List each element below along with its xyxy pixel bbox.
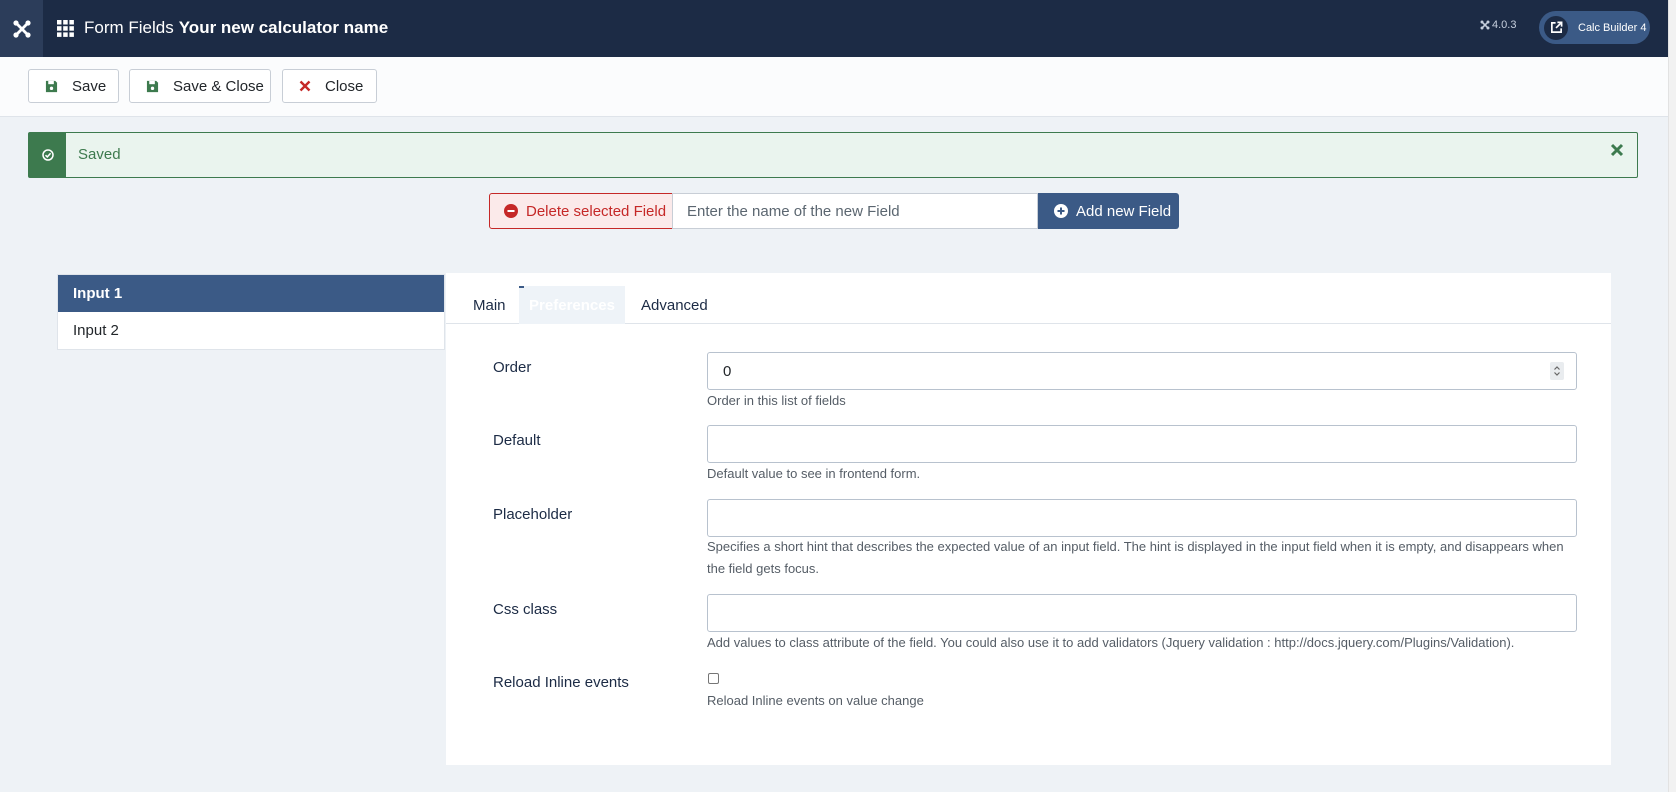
version-text: 4.0.3 — [1492, 19, 1517, 31]
joomla-small-icon — [1480, 20, 1490, 30]
version-badge: 4.0.3 — [1480, 19, 1516, 31]
save-label: Save — [72, 77, 107, 95]
placeholder-hint: Specifies a short hint that describes th… — [707, 539, 1564, 576]
alert-message: Saved — [78, 146, 121, 163]
joomla-logo-icon[interactable] — [0, 0, 43, 57]
alert-close-icon[interactable] — [1610, 143, 1624, 157]
success-alert: Saved — [28, 132, 1638, 178]
page-scrollbar[interactable] — [1668, 0, 1676, 792]
tab-preferences-label: Preferences — [529, 296, 615, 314]
toolbar: Save Save & Close Close — [0, 57, 1668, 117]
field-settings-panel: Main Preferences Advanced Order 0 Order … — [446, 273, 1611, 765]
save-icon — [146, 80, 159, 93]
css-class-label: Css class — [493, 601, 558, 618]
reload-inline-hint: Reload Inline events on value change — [707, 693, 924, 708]
placeholder-label: Placeholder — [493, 506, 573, 523]
reload-inline-label: Reload Inline events — [493, 674, 629, 691]
calc-builder-label: Calc Builder 4 — [1578, 21, 1647, 34]
fields-list: Input 1 Input 2 — [57, 274, 445, 350]
check-circle-icon — [29, 133, 66, 177]
tab-main-label: Main — [473, 296, 506, 314]
page-title: Form Fields Your new calculator name — [57, 16, 388, 40]
external-link-icon — [1544, 15, 1568, 40]
default-hint: Default value to see in frontend form. — [707, 466, 921, 481]
tab-main[interactable]: Main — [473, 286, 506, 324]
list-item-label: Input 1 — [73, 285, 123, 302]
delete-field-label: Delete selected Field — [526, 202, 667, 220]
add-field-button[interactable]: Add new Field — [1038, 193, 1179, 229]
close-button[interactable]: Close — [282, 69, 377, 103]
close-label: Close — [325, 77, 364, 95]
default-input[interactable] — [707, 425, 1577, 463]
list-item-input-1[interactable]: Input 1 — [58, 275, 444, 312]
order-value: 0 — [723, 362, 732, 380]
list-item-label: Input 2 — [73, 322, 119, 339]
list-item-input-2[interactable]: Input 2 — [58, 312, 444, 349]
save-close-label: Save & Close — [173, 77, 264, 95]
app-header: Form Fields Your new calculator name 4.0… — [0, 0, 1668, 57]
save-button[interactable]: Save — [28, 69, 119, 103]
reload-inline-checkbox[interactable] — [708, 673, 719, 684]
css-class-input[interactable] — [707, 594, 1577, 632]
minus-circle-icon — [504, 204, 518, 218]
order-input[interactable]: 0 — [707, 352, 1577, 390]
order-hint: Order in this list of fields — [707, 393, 846, 408]
save-icon — [45, 80, 58, 93]
delete-field-button[interactable]: Delete selected Field — [489, 193, 673, 229]
order-label: Order — [493, 359, 532, 376]
close-icon — [299, 80, 311, 92]
save-close-button[interactable]: Save & Close — [129, 69, 271, 103]
plus-circle-icon — [1054, 204, 1068, 218]
css-class-hint: Add values to class attribute of the fie… — [707, 635, 1515, 650]
stepper-icon[interactable] — [1550, 362, 1564, 380]
page-title-prefix: Form Fields — [84, 18, 174, 37]
tab-advanced[interactable]: Advanced — [641, 286, 708, 324]
grid-icon — [57, 19, 74, 37]
add-field-label: Add new Field — [1076, 202, 1172, 220]
calc-builder-button[interactable]: Calc Builder 4 — [1539, 11, 1650, 44]
tab-preferences[interactable]: Preferences — [519, 286, 625, 324]
default-label: Default — [493, 432, 541, 449]
page-title-main: Your new calculator name — [178, 18, 389, 37]
placeholder-input[interactable] — [707, 499, 1577, 537]
new-field-name-input[interactable] — [672, 193, 1038, 229]
tab-advanced-label: Advanced — [641, 296, 708, 314]
tab-bar: Main Preferences Advanced — [446, 273, 1611, 324]
